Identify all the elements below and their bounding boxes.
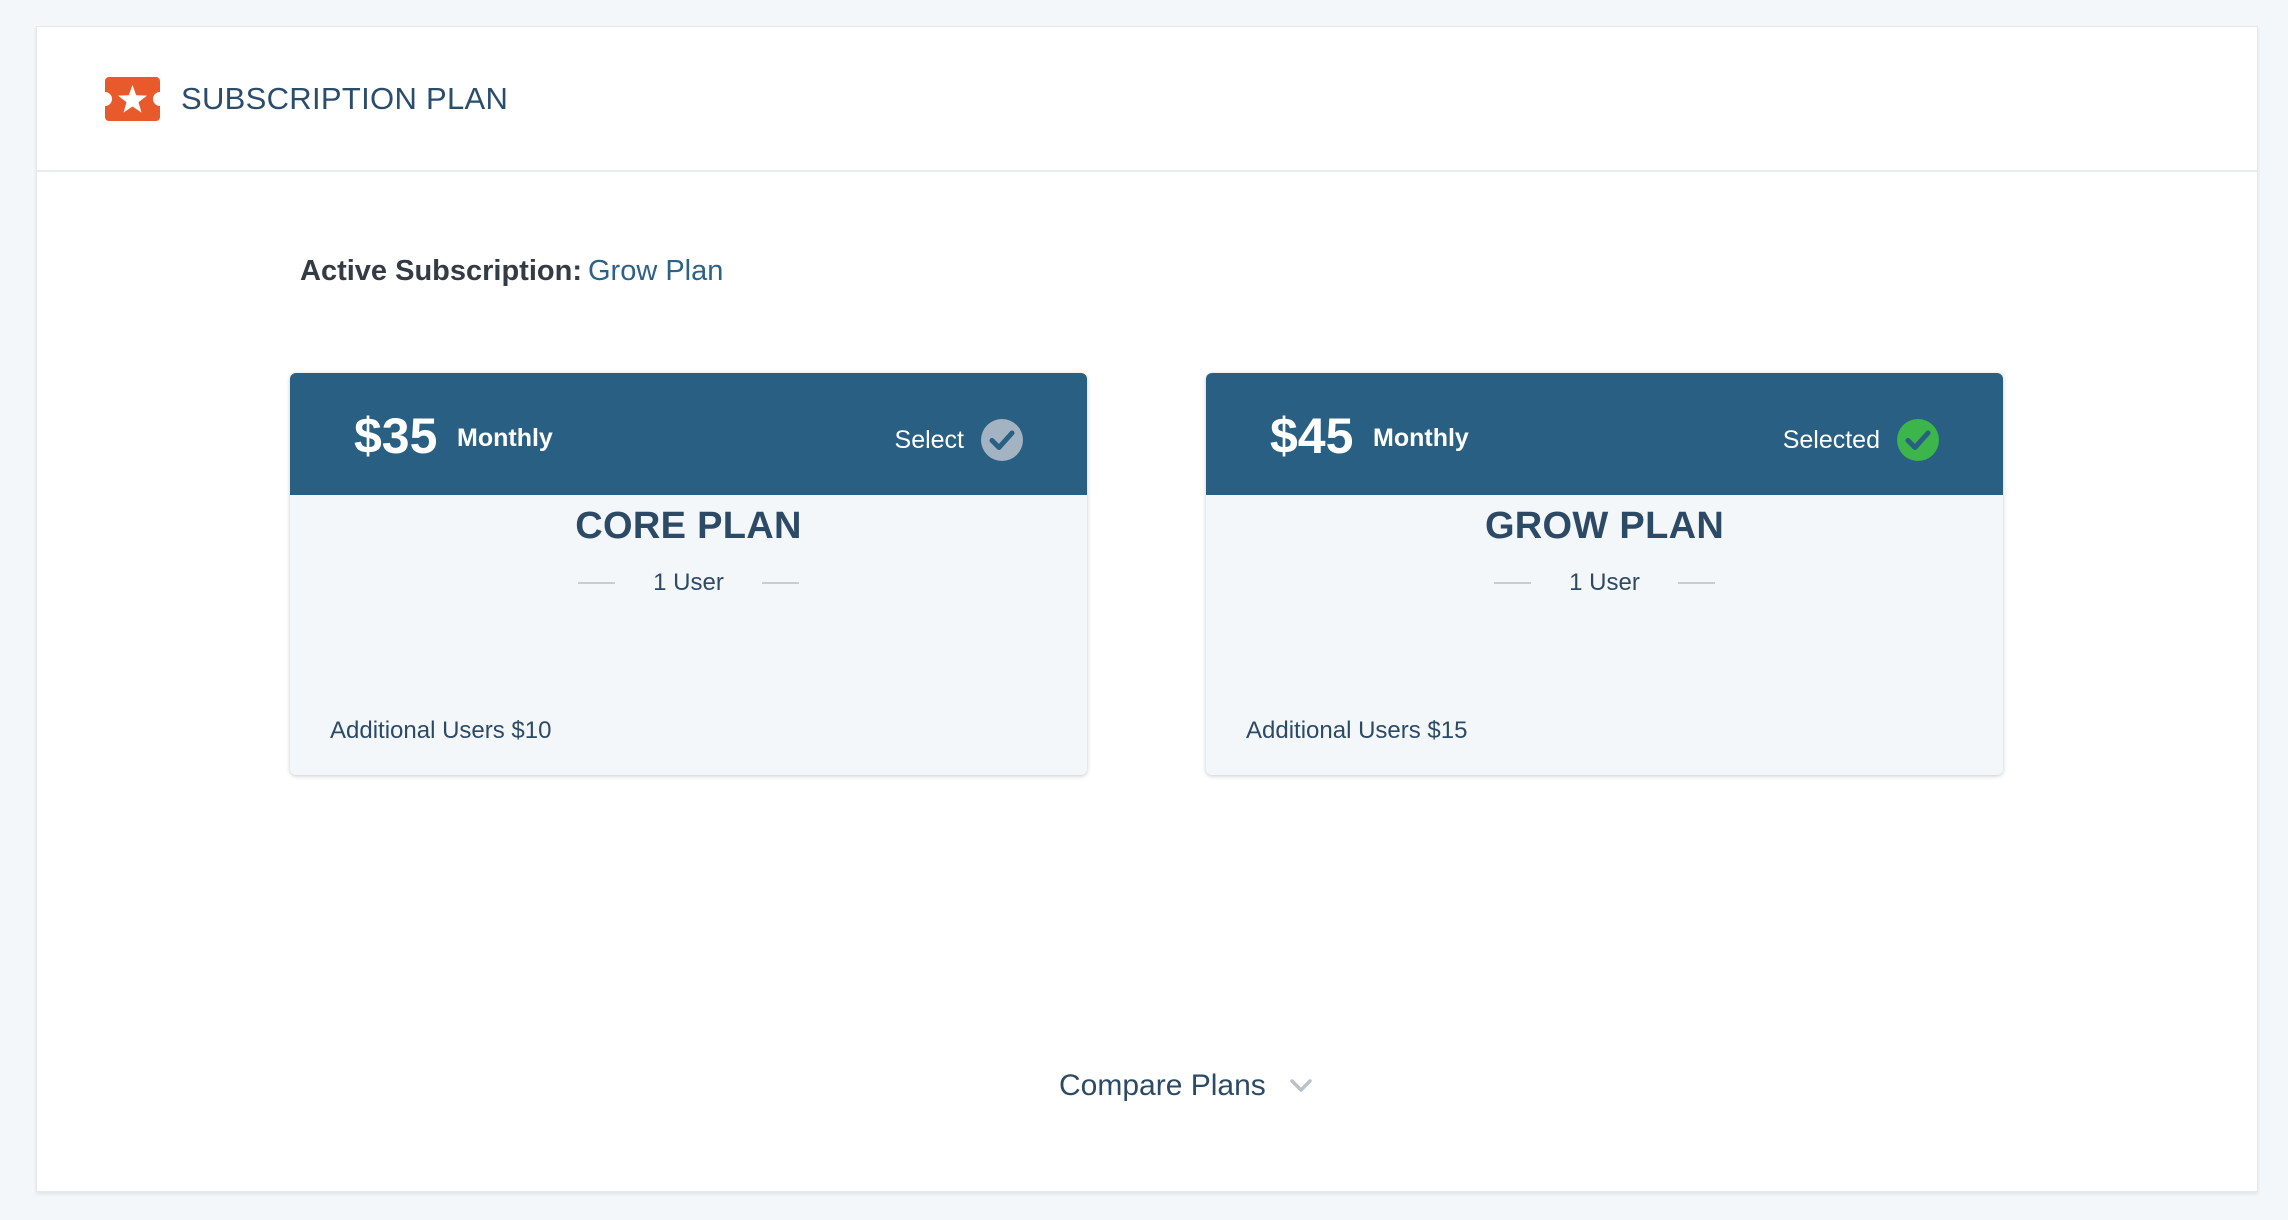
divider-left <box>1494 582 1532 584</box>
plan-price: $35 <box>354 408 438 464</box>
plan-users: 1 User <box>653 569 724 596</box>
check-circle-icon <box>1897 419 1939 461</box>
active-subscription: Active Subscription: Grow Plan <box>300 255 723 288</box>
plan-name: CORE PLAN <box>575 505 802 547</box>
active-subscription-value: Grow Plan <box>588 255 724 287</box>
selected-plan-label: Selected <box>1782 425 1880 454</box>
compare-plans-toggle[interactable]: Compare Plans <box>1059 1069 1312 1103</box>
selected-plan-button[interactable]: Selected <box>1783 419 1939 461</box>
select-plan-label: Select <box>894 425 964 454</box>
plan-users: 1 User <box>1569 569 1640 596</box>
divider-left <box>578 582 616 584</box>
plan-price: $45 <box>1270 408 1354 464</box>
active-subscription-label: Active Subscription: <box>300 255 582 287</box>
chevron-down-icon <box>1290 1079 1312 1092</box>
compare-plans-label: Compare Plans <box>1059 1069 1266 1102</box>
page-title: SUBSCRIPTION PLAN <box>181 80 509 116</box>
subscription-panel: SUBSCRIPTION PLAN Active Subscription: Gr… <box>36 26 2258 1192</box>
divider-right <box>1677 582 1715 584</box>
select-plan-button[interactable]: Select <box>895 419 1023 461</box>
additional-users-price: Additional Users $15 <box>1246 717 1468 744</box>
plan-users-row: 1 User <box>1206 569 2003 597</box>
plan-card-header: $45 Monthly Selected <box>1206 373 2003 495</box>
additional-users-price: Additional Users $10 <box>330 717 552 744</box>
ticket-star-icon <box>105 76 160 121</box>
plan-card-core: $35 Monthly Select CORE PLAN 1 User Addi… <box>290 373 1087 775</box>
panel-header: SUBSCRIPTION PLAN <box>37 27 2257 172</box>
plan-period: Monthly <box>457 424 553 452</box>
check-circle-icon <box>981 419 1023 461</box>
plan-name: GROW PLAN <box>1484 505 1725 547</box>
plan-card-header: $35 Monthly Select <box>290 373 1087 495</box>
plan-users-row: 1 User <box>290 569 1087 597</box>
divider-right <box>761 582 799 584</box>
plan-period: Monthly <box>1373 424 1469 452</box>
plan-card-grow: $45 Monthly Selected GROW PLAN 1 User Ad… <box>1206 373 2003 775</box>
